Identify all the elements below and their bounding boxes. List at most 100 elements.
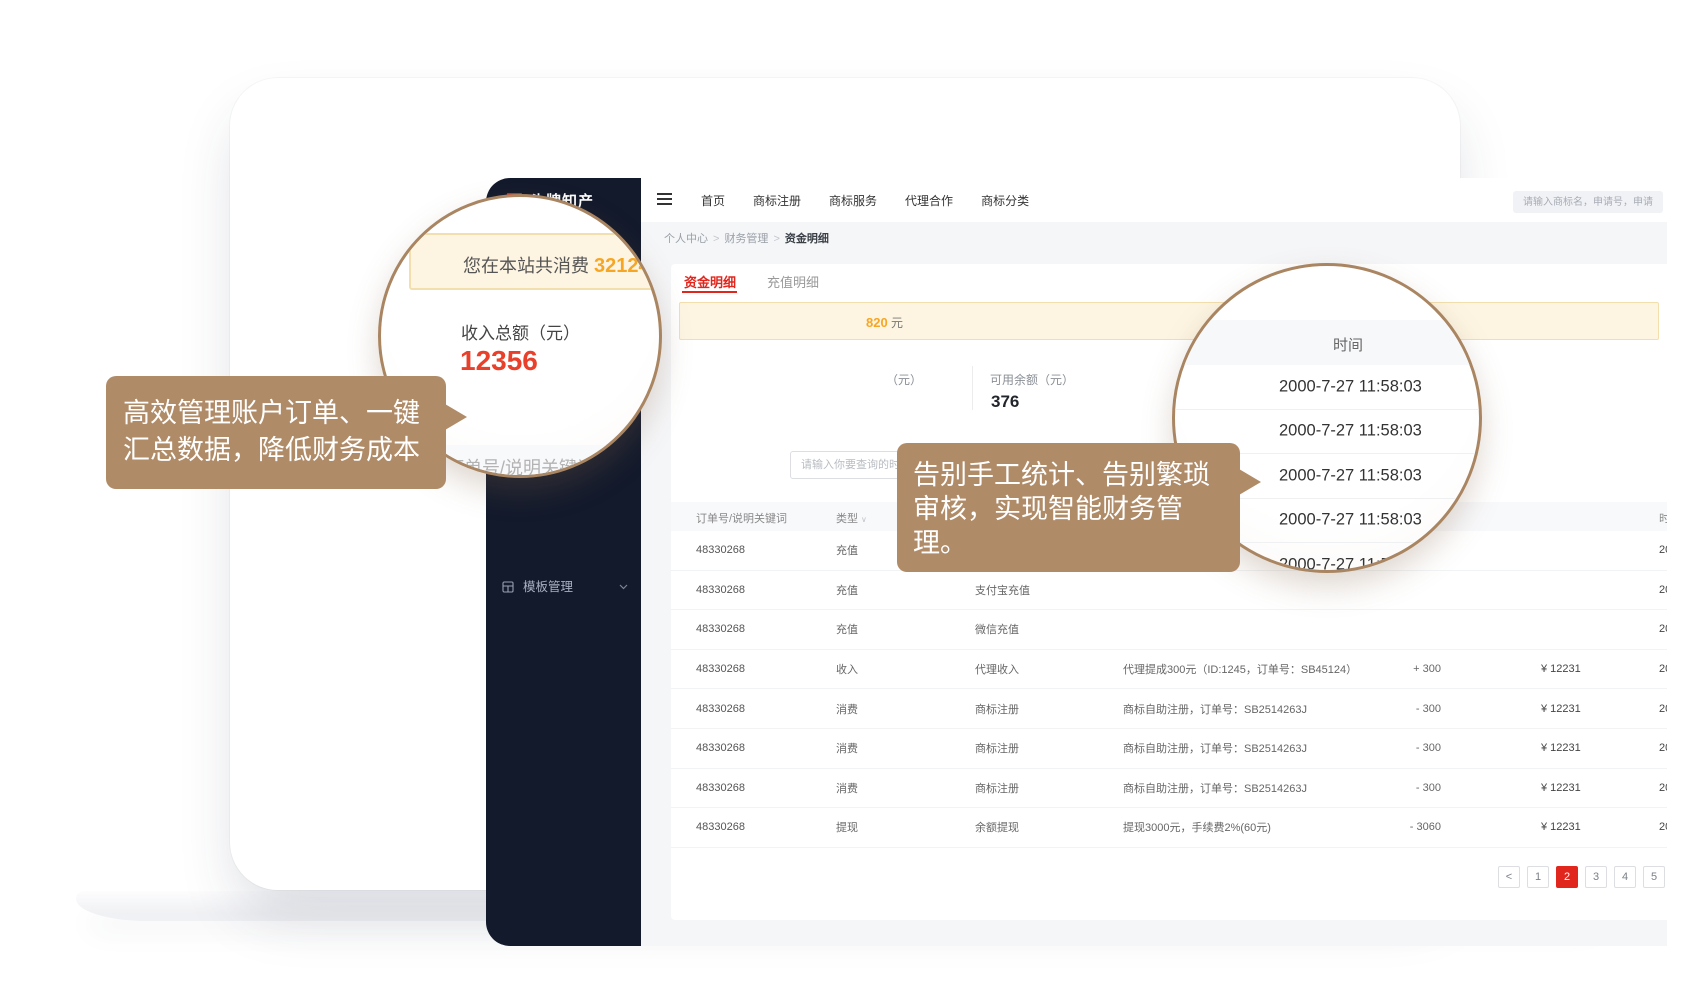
breadcrumb-item[interactable]: 财务管理	[724, 233, 768, 245]
cell-proj: 商标注册	[975, 701, 1019, 717]
cell-type: 提现	[836, 819, 858, 835]
cell-order: 48330268	[696, 821, 745, 833]
tab-recharge-detail[interactable]: 充值明细	[767, 272, 819, 291]
cell-proj: 代理收入	[975, 661, 1019, 677]
sidebar-spacer	[486, 467, 641, 570]
cell-proj: 支付宝充值	[975, 582, 1030, 598]
breadcrumb-item[interactable]: 个人中心	[664, 233, 708, 245]
cell-type: 消费	[836, 780, 858, 796]
cell-bal: ¥ 12231	[1541, 742, 1581, 754]
cell-proj: 微信充值	[975, 621, 1019, 637]
callout-left: 高效管理账户订单、一键汇总数据，降低财务成本	[106, 376, 446, 489]
cell-time: 2000-7-27 11:58:03	[1659, 703, 1667, 715]
cell-desc: 商标自助注册，订单号：SB2514263J	[1123, 701, 1307, 717]
stat-divider	[972, 366, 973, 410]
nav-item[interactable]: 商标分类	[981, 192, 1029, 209]
cell-type: 收入	[836, 661, 858, 677]
pagination-page-4[interactable]: 4	[1614, 866, 1636, 888]
table-row: 48330268 充值 微信充值 2000-7-27 11:58:03	[671, 610, 1667, 650]
magnified-income-value: 12356	[460, 345, 538, 377]
sidebar-item-label: 模板管理	[523, 570, 573, 604]
cell-time: 2000-7-27 11:58:03	[1659, 742, 1667, 754]
callout-text-line: 高效管理账户订单、一键	[123, 395, 446, 432]
cell-order: 48330268	[696, 584, 745, 596]
callout-text-line: 审核，实现智能财务管	[913, 492, 1240, 526]
table-row: 48330268消费商标注册商标自助注册，订单号：SB2514263J- 300…	[671, 769, 1667, 809]
pagination-prev[interactable]: <	[1498, 866, 1520, 888]
pagination-page-3[interactable]: 3	[1585, 866, 1607, 888]
table-row: 48330268 提现 余额提现 提现3000元，手续费2%(60元) - 3060 ¥ …	[671, 808, 1667, 848]
table-row: 48330268 收入 代理收入 代理提成300元（ID:1245，订单号：SB451…	[671, 650, 1667, 690]
col-type[interactable]: 类型∨	[836, 510, 867, 526]
cell-type: 充值	[836, 542, 858, 558]
top-navbar: 首页 商标注册 商标服务 代理合作 商标分类	[641, 178, 1667, 222]
breadcrumb-current: 资金明细	[785, 233, 829, 245]
table-row: 48330268消费商标注册商标自助注册，订单号：SB2514263J- 300…	[671, 689, 1667, 729]
chevron-down-icon	[619, 584, 628, 590]
pagination-page-1[interactable]: 1	[1527, 866, 1549, 888]
cell-order: 48330268	[696, 663, 745, 675]
cell-desc: 提现3000元，手续费2%(60元)	[1123, 819, 1271, 835]
nav-item[interactable]: 商标注册	[753, 192, 801, 209]
cell-order: 48330268	[696, 742, 745, 754]
sidebar-item-template[interactable]: 模板管理	[486, 570, 641, 604]
pagination: <12345	[1498, 866, 1665, 888]
cell-proj: 余额提现	[975, 819, 1019, 835]
cell-amt: - 300	[1371, 782, 1441, 794]
cell-order: 48330268	[696, 544, 745, 556]
cell-amt: - 3060	[1371, 821, 1441, 833]
callout-arrow	[1239, 469, 1261, 495]
cell-type: 消费	[836, 701, 858, 717]
callout-text-line: 理。	[913, 526, 1240, 560]
cell-bal: ¥ 12231	[1541, 782, 1581, 794]
funds-detail-card: 资金明细 充值明细 820 元 （元） 可用余额（元） 376 搜索 导出	[671, 264, 1667, 920]
cell-time: 2000-7-27 11:58:03	[1659, 544, 1667, 556]
callout-arrow	[445, 404, 467, 430]
cell-amt: + 300	[1371, 663, 1441, 675]
cell-bal: ¥ 12231	[1541, 703, 1581, 715]
cell-type: 消费	[836, 740, 858, 756]
cell-proj: 商标注册	[975, 780, 1019, 796]
magnified-consumption-banner: 您在本站共消费 32124 元	[409, 233, 662, 290]
callout-text-line: 汇总数据，降低财务成本	[123, 432, 446, 469]
cell-time: 2000-7-27 11:58:03	[1659, 623, 1667, 635]
callout-right: 告别手工统计、告别繁琐审核，实现智能财务管理。	[897, 443, 1240, 572]
magnified-time-header: 时间	[1333, 334, 1363, 355]
cell-time: 2000-7-27 11:58:03	[1659, 821, 1667, 833]
cell-time: 2000-7-27 11:58:03	[1659, 584, 1667, 596]
magnified-header-text: 订单号/说明关键词	[446, 454, 595, 478]
breadcrumb: 个人中心>财务管理>资金明细	[664, 230, 829, 246]
cell-amt: - 300	[1371, 742, 1441, 754]
cell-type: 充值	[836, 621, 858, 637]
pagination-page-2[interactable]: 2	[1556, 866, 1578, 888]
cell-bal: ¥ 12231	[1541, 663, 1581, 675]
nav-item[interactable]: 代理合作	[905, 192, 953, 209]
menu-hamburger-icon[interactable]	[657, 193, 672, 208]
col-time: 时间	[1659, 510, 1667, 526]
magnified-time-header-band	[1175, 320, 1479, 365]
cell-proj: 商标注册	[975, 740, 1019, 756]
nav-item[interactable]: 首页	[701, 192, 725, 209]
table-row: 48330268 充值 支付宝充值 2000-7-27 11:58:03	[671, 571, 1667, 611]
trademark-search-input[interactable]	[1513, 191, 1663, 213]
pagination-page-5[interactable]: 5	[1643, 866, 1665, 888]
cell-bal: ¥ 12231	[1541, 821, 1581, 833]
cell-order: 48330268	[696, 782, 745, 794]
sort-chevron-icon: ∨	[861, 515, 867, 524]
cell-time: 2000-7-27 11:58:03	[1659, 782, 1667, 794]
magnified-time-row: 2000-7-27 11:58:03	[1175, 365, 1479, 410]
cell-desc: 代理提成300元（ID:1245，订单号：SB45124）	[1123, 661, 1357, 677]
nav-item[interactable]: 商标服务	[829, 192, 877, 209]
callout-text-line: 告别手工统计、告别繁琐	[913, 458, 1240, 492]
tab-active-underline	[682, 291, 737, 293]
expense-total-label-fragment: （元）	[886, 371, 922, 388]
cell-type: 充值	[836, 582, 858, 598]
cell-order: 48330268	[696, 623, 745, 635]
cell-amt: - 300	[1371, 703, 1441, 715]
available-balance-value: 376	[991, 392, 1019, 412]
tab-funds-detail[interactable]: 资金明细	[684, 272, 736, 291]
nav-links: 首页 商标注册 商标服务 代理合作 商标分类	[701, 178, 1029, 222]
available-balance-label: 可用余额（元）	[990, 371, 1074, 388]
cell-time: 2000-7-27 11:58:03	[1659, 663, 1667, 675]
table-row: 48330268消费商标注册商标自助注册，订单号：SB2514263J- 300…	[671, 729, 1667, 769]
